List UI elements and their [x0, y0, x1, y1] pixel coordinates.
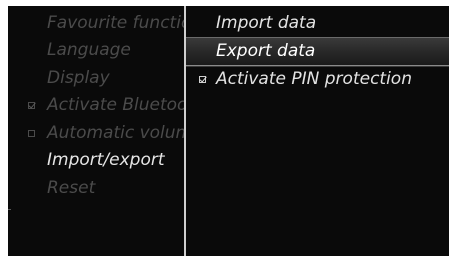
submenu-item-label: Activate PIN protection [216, 69, 412, 89]
menu-item-label: Activate Bluetooth [47, 95, 184, 115]
menu-item-label: Language [47, 40, 131, 60]
display-screen: Favourite functions Language Display Act… [8, 6, 449, 256]
import-export-submenu: Import data Export data Activate PIN pro… [186, 6, 449, 256]
submenu-item-label: Import data [216, 13, 317, 33]
submenu-item-import-data[interactable]: Import data [186, 10, 449, 37]
menu-item-label: Automatic volume [47, 123, 184, 143]
menu-item-label: Favourite functions [47, 13, 184, 33]
checkbox-checked-icon [28, 102, 35, 109]
menu-item-display[interactable]: Display [8, 65, 184, 92]
menu-item-label: Reset [47, 178, 96, 198]
menu-item-automatic-volume[interactable]: Automatic volume [8, 120, 184, 147]
submenu-item-export-data[interactable]: Export data [186, 37, 449, 66]
menu-item-label: Import/export [47, 150, 165, 170]
menu-item-favourite-functions[interactable]: Favourite functions [8, 10, 184, 37]
checkbox-unchecked-icon [28, 130, 35, 137]
menu-item-language[interactable]: Language [8, 37, 184, 64]
settings-menu: Favourite functions Language Display Act… [8, 6, 184, 256]
menu-item-import-export[interactable]: Import/export [8, 147, 184, 174]
menu-item-reset[interactable]: Reset [8, 175, 184, 202]
menu-item-activate-bluetooth[interactable]: Activate Bluetooth [8, 92, 184, 119]
submenu-item-label: Export data [216, 41, 316, 61]
menu-item-label: Display [47, 68, 110, 88]
checkbox-checked-icon [199, 76, 206, 83]
submenu-item-activate-pin-protection[interactable]: Activate PIN protection [186, 66, 449, 93]
